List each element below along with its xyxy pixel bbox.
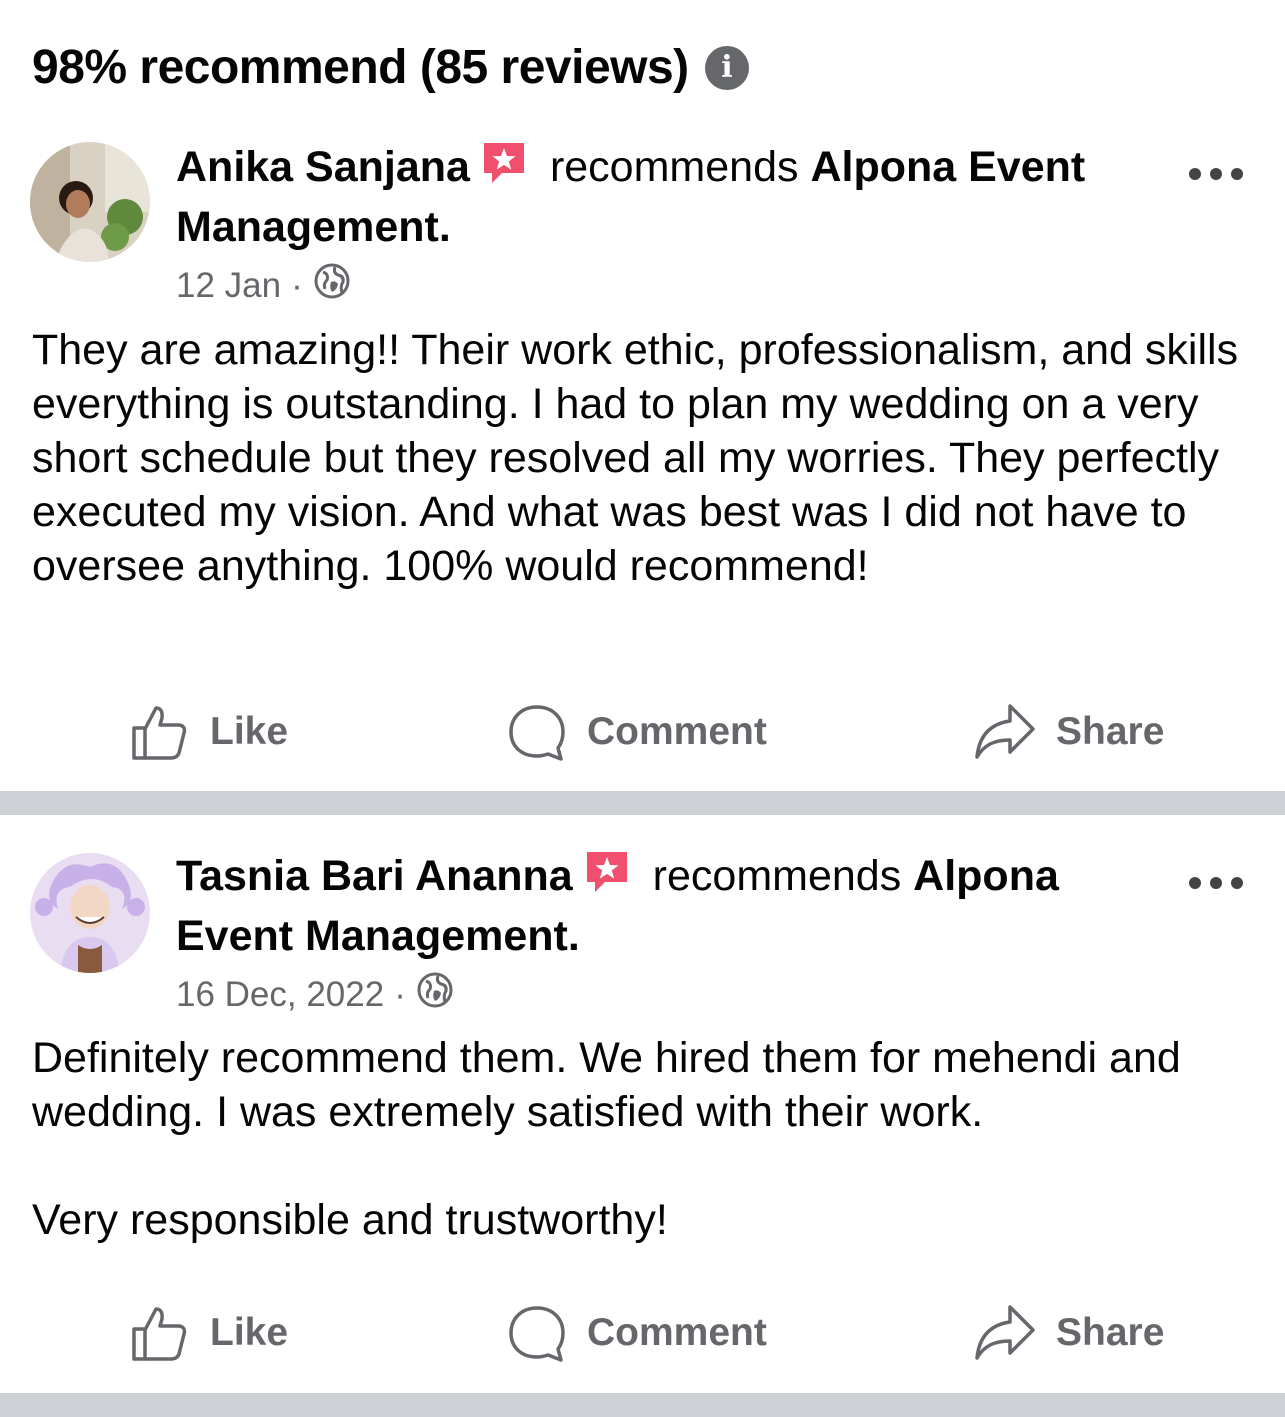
comment-label: Comment bbox=[587, 1311, 767, 1354]
review-date[interactable]: 12 Jan bbox=[176, 266, 281, 306]
review-header: Anika Sanjana recommends Alpona Event Man… bbox=[176, 137, 1166, 257]
avatar[interactable] bbox=[30, 142, 150, 262]
comment-button[interactable]: Comment bbox=[507, 697, 767, 767]
like-button[interactable]: Like bbox=[130, 697, 288, 767]
share-button[interactable]: Share bbox=[974, 697, 1164, 767]
card-divider bbox=[0, 791, 1285, 815]
like-label: Like bbox=[210, 710, 289, 753]
comment-icon bbox=[509, 705, 565, 761]
like-label: Like bbox=[210, 1311, 289, 1354]
recommends-text: recommends bbox=[652, 852, 902, 900]
recommend-summary: 98% recommend (85 reviews) i bbox=[32, 40, 749, 95]
like-icon bbox=[132, 1307, 187, 1361]
more-options-button[interactable] bbox=[1189, 166, 1243, 182]
share-label: Share bbox=[1056, 1311, 1165, 1354]
comment-label: Comment bbox=[587, 710, 767, 753]
review-text: Definitely recommend them. We hired them… bbox=[32, 1034, 1181, 1244]
globe-icon bbox=[313, 262, 351, 309]
review-text: They are amazing!! Their work ethic, pro… bbox=[32, 326, 1239, 590]
recommend-badge-icon bbox=[480, 139, 528, 187]
review-meta: 16 Dec, 2022 · bbox=[176, 971, 454, 1018]
share-button[interactable]: Share bbox=[974, 1298, 1164, 1368]
reviewer-name[interactable]: Tasnia Bari Ananna bbox=[176, 852, 573, 900]
recommend-badge-icon bbox=[583, 848, 631, 896]
comment-button[interactable]: Comment bbox=[507, 1298, 767, 1368]
meta-separator: · bbox=[394, 974, 406, 1014]
share-label: Share bbox=[1056, 710, 1165, 753]
like-icon bbox=[132, 706, 187, 760]
comment-icon bbox=[509, 1306, 565, 1362]
recommends-text: recommends bbox=[549, 143, 799, 191]
info-icon[interactable]: i bbox=[704, 45, 749, 90]
meta-separator: · bbox=[291, 265, 303, 305]
action-bar: Like Comment Share bbox=[0, 697, 1285, 767]
action-bar: Like Comment Share bbox=[0, 1298, 1285, 1368]
card-divider bbox=[0, 1393, 1285, 1417]
like-button[interactable]: Like bbox=[130, 1298, 288, 1368]
more-options-button[interactable] bbox=[1189, 875, 1243, 891]
summary-title: 98% recommend (85 reviews) bbox=[32, 41, 689, 94]
share-icon bbox=[975, 704, 1035, 759]
review-header: Tasnia Bari Ananna recommends Alpona Even… bbox=[176, 846, 1166, 966]
globe-icon bbox=[416, 971, 454, 1018]
avatar[interactable] bbox=[30, 853, 150, 973]
share-icon bbox=[975, 1305, 1035, 1360]
review-meta: 12 Jan · bbox=[176, 262, 351, 309]
reviewer-name[interactable]: Anika Sanjana bbox=[176, 143, 470, 191]
review-date[interactable]: 16 Dec, 2022 bbox=[176, 975, 384, 1015]
